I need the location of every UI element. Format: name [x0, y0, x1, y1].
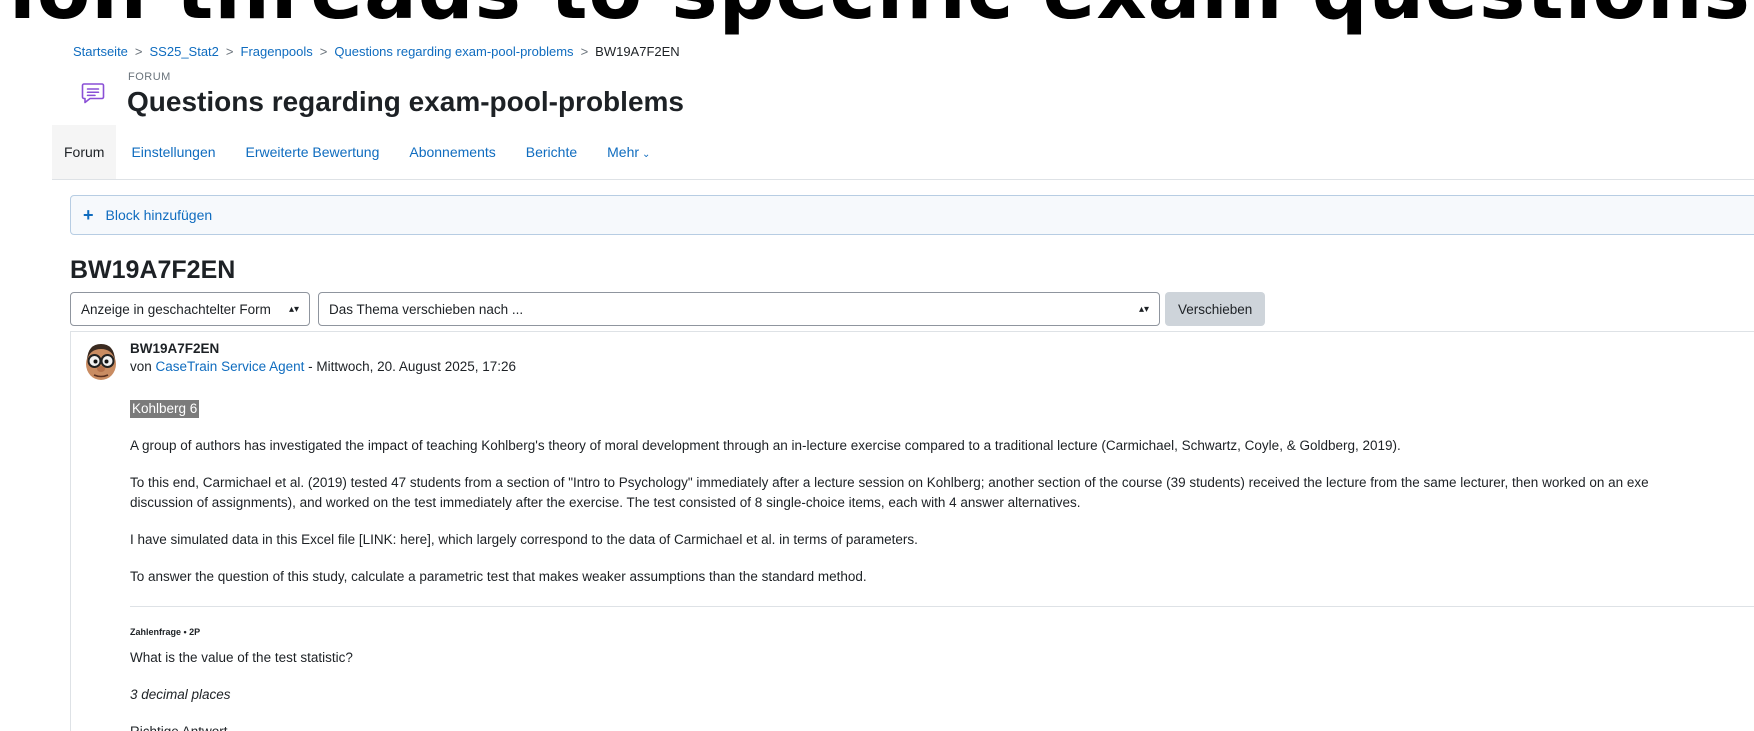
- post-byline: von CaseTrain Service Agent - Mittwoch, …: [130, 359, 516, 374]
- divider: [130, 606, 1754, 607]
- add-block-label: Block hinzufügen: [105, 207, 213, 223]
- page-title: Questions regarding exam-pool-problems: [127, 86, 684, 117]
- breadcrumb-separator: >: [319, 44, 328, 59]
- tab-einstellungen[interactable]: Einstellungen: [116, 125, 230, 179]
- post-author-link[interactable]: CaseTrain Service Agent: [156, 359, 305, 374]
- select-arrows-icon: ▴▾: [1138, 303, 1149, 315]
- breadcrumb-item-fragenpools[interactable]: Fragenpools: [241, 44, 313, 59]
- discussion-controls: Anzeige in geschachtelter Form ▴▾ Das Th…: [70, 292, 1266, 326]
- post-paragraph: I have simulated data in this Excel file…: [130, 532, 918, 547]
- post-paragraph: discussion of assignments), and worked o…: [130, 495, 1081, 510]
- tab-erweiterte-bewertung[interactable]: Erweiterte Bewertung: [231, 125, 395, 179]
- question-text: What is the value of the test statistic?: [130, 650, 353, 665]
- tab-mehr-label: Mehr: [607, 144, 640, 160]
- add-block-button[interactable]: + Block hinzufügen: [70, 195, 1754, 235]
- breadcrumb: Startseite > SS25_Stat2 > Fragenpools > Questi…: [73, 44, 680, 59]
- display-mode-select[interactable]: Anzeige in geschachtelter Form ▴▾: [70, 292, 310, 326]
- correct-answer-label: Richtige Antwort: [130, 722, 228, 731]
- move-discussion-select[interactable]: Das Thema verschieben nach ... ▴▾: [318, 292, 1160, 326]
- move-discussion-placeholder: Das Thema verschieben nach ...: [329, 301, 524, 317]
- activity-type-label: FORUM: [128, 71, 171, 83]
- breadcrumb-separator: >: [580, 44, 589, 59]
- moodle-forum-page: ion threads to specific exam questions S…: [0, 0, 1754, 731]
- tab-berichte[interactable]: Berichte: [511, 125, 592, 179]
- topic-tag: Kohlberg 6: [130, 400, 200, 418]
- post-paragraph: To answer the question of this study, ca…: [130, 569, 867, 584]
- question-type-label: Zahlenfrage • 2P: [130, 627, 201, 637]
- display-mode-value: Anzeige in geschachtelter Form: [81, 301, 271, 317]
- move-button[interactable]: Verschieben: [1165, 292, 1266, 326]
- breadcrumb-item-forum[interactable]: Questions regarding exam-pool-problems: [334, 44, 573, 59]
- breadcrumb-separator: >: [134, 44, 143, 59]
- precision-hint: 3 decimal places: [130, 687, 231, 702]
- forum-chat-icon: [80, 80, 106, 106]
- breadcrumb-item-course[interactable]: SS25_Stat2: [150, 44, 219, 59]
- tab-forum[interactable]: Forum: [52, 125, 117, 179]
- breadcrumb-item-startseite[interactable]: Startseite: [73, 44, 128, 59]
- tab-mehr[interactable]: Mehr ⌄: [592, 125, 665, 179]
- discussion-title: BW19A7F2EN: [70, 256, 236, 284]
- avatar[interactable]: [82, 340, 120, 382]
- breadcrumb-current: BW19A7F2EN: [595, 44, 680, 59]
- breadcrumb-separator: >: [225, 44, 234, 59]
- plus-icon: +: [83, 205, 94, 225]
- secondary-navigation: Forum Einstellungen Erweiterte Bewertung…: [52, 125, 1754, 180]
- post-paragraph: To this end, Carmichael et al. (2019) te…: [130, 475, 1649, 490]
- post-paragraph: A group of authors has investigated the …: [130, 438, 1401, 453]
- forum-post: BW19A7F2EN von CaseTrain Service Agent -…: [70, 331, 1754, 731]
- post-date: - Mittwoch, 20. August 2025, 17:26: [304, 359, 517, 374]
- slide-heading-overlay: ion threads to specific exam questions: [0, 0, 1754, 42]
- tab-abonnements[interactable]: Abonnements: [394, 125, 510, 179]
- post-subject: BW19A7F2EN: [130, 341, 220, 356]
- select-arrows-icon: ▴▾: [288, 303, 299, 315]
- chevron-down-icon: ⌄: [642, 149, 651, 160]
- byline-prefix: von: [130, 359, 152, 374]
